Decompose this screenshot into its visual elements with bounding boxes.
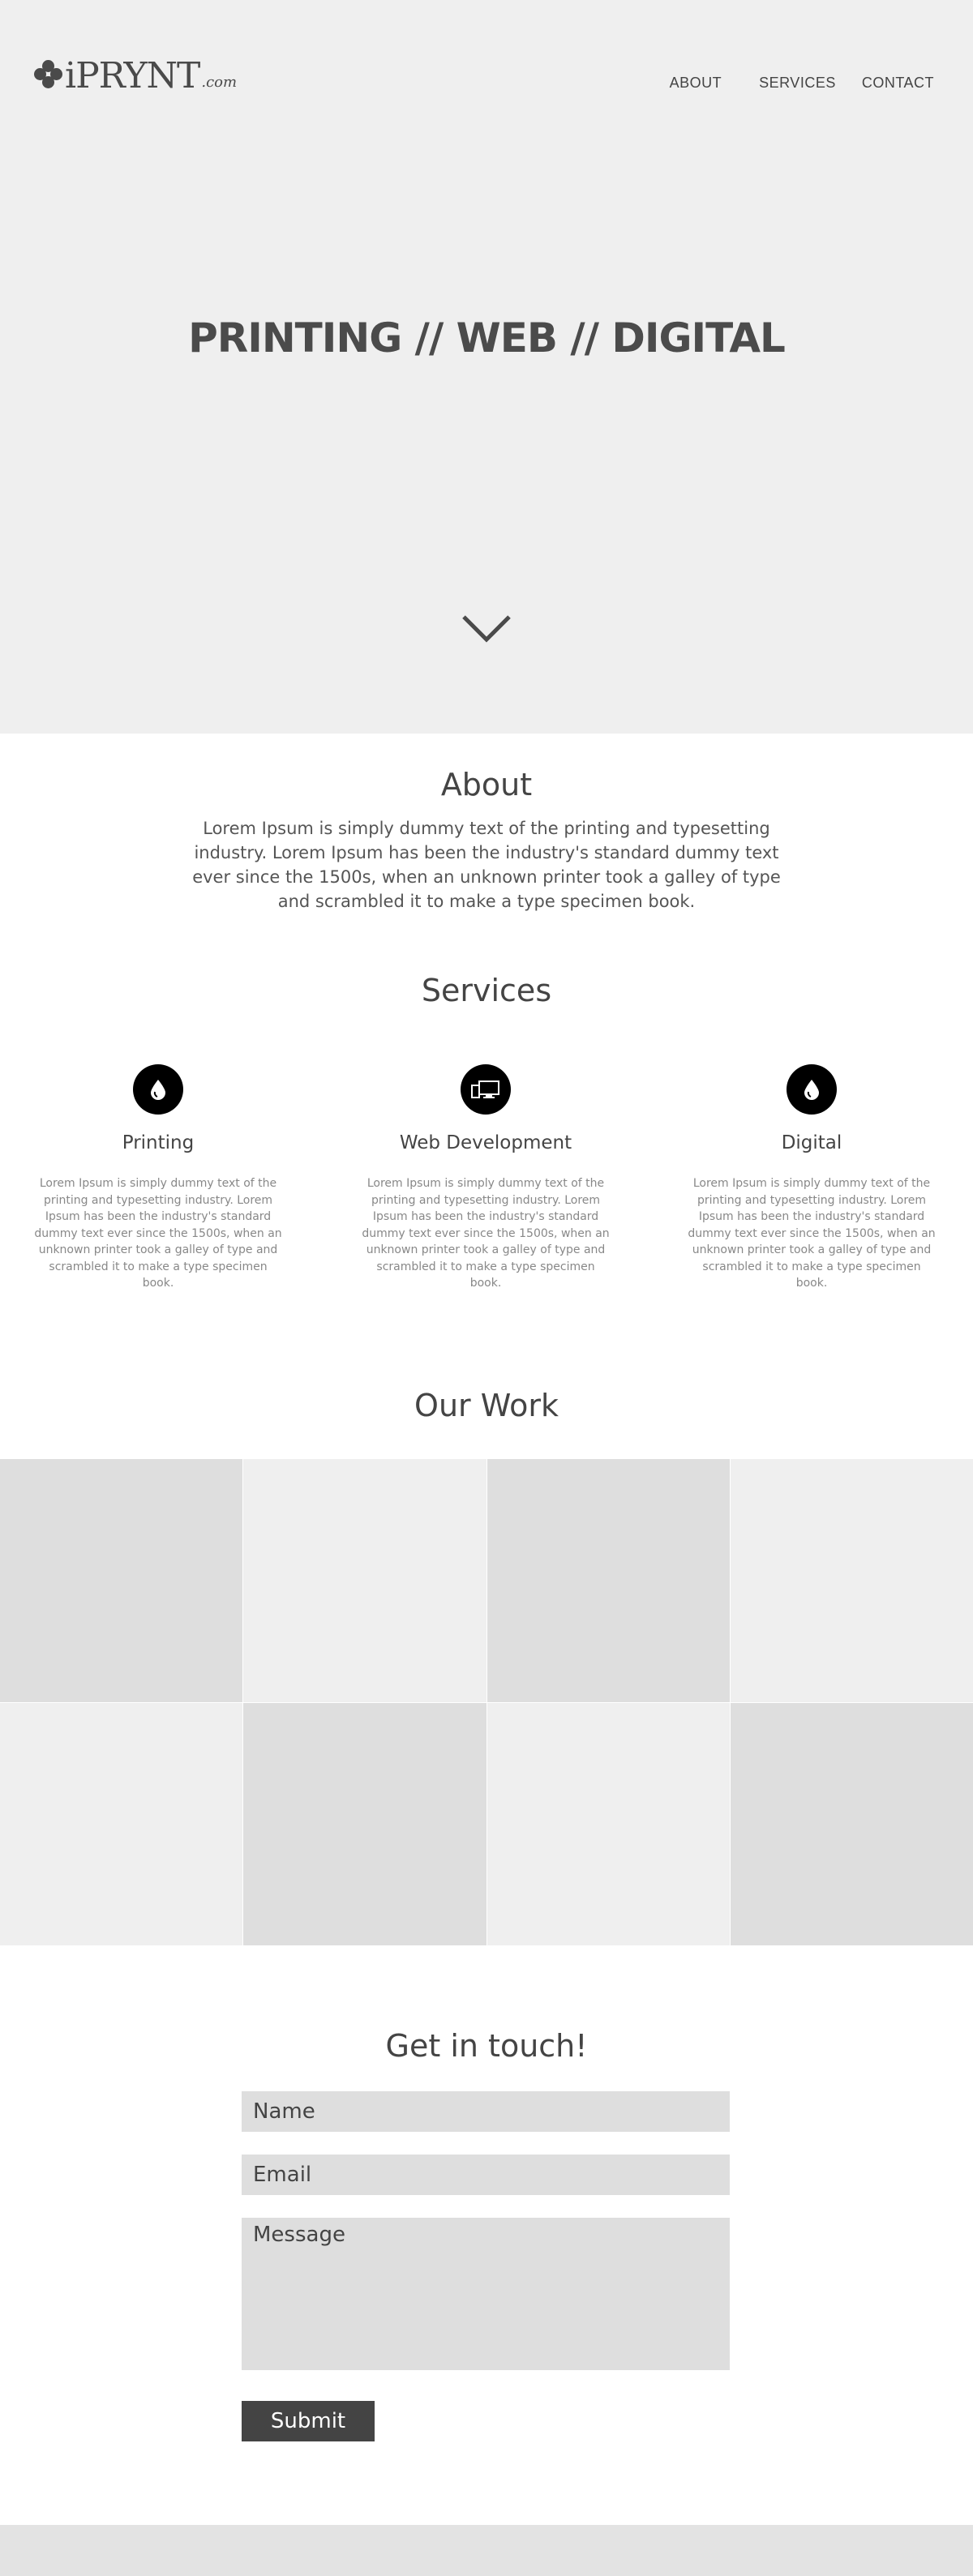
hero-section: iPRYNT .com ABOUT SERVICES CONTACT PRINT… — [0, 0, 973, 734]
work-title: Our Work — [414, 1388, 559, 1423]
submit-button[interactable]: Submit — [242, 2401, 375, 2441]
name-input[interactable] — [242, 2091, 730, 2132]
service-name: Digital — [781, 1132, 842, 1153]
service-name: Web Development — [399, 1132, 572, 1153]
service-card-printing: Printing Lorem Ipsum is simply dummy tex… — [28, 1064, 288, 1292]
contact-title: Get in touch! — [385, 2028, 588, 2064]
services-title: Services — [421, 973, 552, 1008]
about-text: Lorem Ipsum is simply dummy text of the … — [192, 819, 781, 911]
about-title: About — [440, 767, 533, 802]
service-name: Printing — [122, 1132, 195, 1153]
ink-drop-icon — [787, 1064, 837, 1115]
brand-suffix: .com — [201, 74, 238, 91]
portfolio-tile[interactable] — [486, 1702, 730, 1945]
portfolio-tile[interactable] — [730, 1459, 973, 1702]
brand-name: iPRYNT — [65, 55, 200, 96]
portfolio-grid — [0, 1459, 973, 1945]
email-input[interactable] — [242, 2155, 730, 2195]
hero-title: PRINTING // WEB // DIGITAL — [188, 315, 786, 362]
nav-services-link[interactable]: SERVICES — [759, 75, 836, 92]
service-text: Lorem Ipsum is simply dummy text of the … — [34, 1177, 282, 1290]
main-nav: ABOUT SERVICES CONTACT — [670, 75, 934, 92]
portfolio-tile[interactable] — [0, 1702, 243, 1945]
devices-icon — [461, 1064, 511, 1115]
portfolio-tile[interactable] — [486, 1459, 730, 1702]
service-card-web-development: Web Development Lorem Ipsum is simply du… — [356, 1064, 615, 1292]
service-text: Lorem Ipsum is simply dummy text of the … — [688, 1177, 936, 1290]
footer — [0, 2525, 973, 2576]
service-card-digital: Digital Lorem Ipsum is simply dummy text… — [682, 1064, 941, 1292]
chevron-down-icon[interactable] — [461, 614, 512, 644]
brand-logo[interactable]: iPRYNT .com — [34, 53, 237, 94]
nav-about-link[interactable]: ABOUT — [670, 75, 722, 92]
logo-clover-icon — [34, 60, 63, 89]
message-textarea[interactable] — [242, 2218, 730, 2370]
portfolio-tile[interactable] — [0, 1459, 243, 1702]
service-text: Lorem Ipsum is simply dummy text of the … — [362, 1177, 610, 1290]
nav-contact-link[interactable]: CONTACT — [862, 75, 934, 92]
portfolio-tile[interactable] — [243, 1459, 486, 1702]
portfolio-tile[interactable] — [243, 1702, 486, 1945]
portfolio-tile[interactable] — [730, 1702, 973, 1945]
ink-drop-icon — [133, 1064, 183, 1115]
